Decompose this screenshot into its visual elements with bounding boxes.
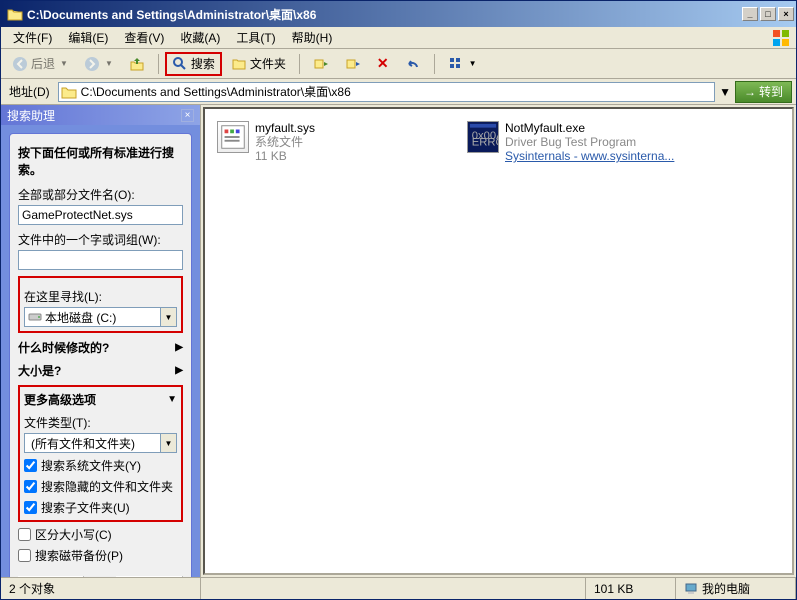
word-label: 文件中的一个字或词组(W): bbox=[18, 231, 183, 248]
menu-bar: 文件(F) 编辑(E) 查看(V) 收藏(A) 工具(T) 帮助(H) bbox=[1, 27, 796, 49]
undo-button[interactable] bbox=[398, 52, 428, 76]
delete-button[interactable]: ✕ bbox=[370, 52, 396, 76]
address-dropdown[interactable]: ▼ bbox=[719, 85, 731, 99]
cb-subfolders[interactable] bbox=[24, 501, 37, 514]
cb-case[interactable] bbox=[18, 528, 31, 541]
chevron-down-icon: ▼ bbox=[167, 394, 177, 405]
sys-file-icon bbox=[217, 121, 249, 153]
word-input[interactable] bbox=[18, 250, 183, 270]
file-item[interactable]: myfault.sys 系统文件 11 KB bbox=[217, 121, 427, 163]
svg-text:ERROR: ERROR bbox=[472, 136, 498, 148]
search-pane-close[interactable]: × bbox=[181, 109, 194, 122]
lookin-select[interactable]: 本地磁盘 (C:) ▼ bbox=[24, 307, 177, 327]
window-title: C:\Documents and Settings\Administrator\… bbox=[27, 6, 740, 23]
minimize-button[interactable]: _ bbox=[742, 7, 758, 21]
menu-edit[interactable]: 编辑(E) bbox=[60, 27, 116, 48]
up-icon bbox=[129, 56, 145, 72]
filename-input[interactable] bbox=[18, 205, 183, 225]
search-icon bbox=[172, 56, 188, 72]
address-bar: 地址(D) C:\Documents and Settings\Administ… bbox=[1, 79, 796, 105]
search-pane: 搜索助理 × 按下面任何或所有标准进行搜索。 全部或部分文件名(O): 文件中的… bbox=[1, 105, 201, 577]
file-size: 11 KB bbox=[255, 149, 315, 163]
file-item[interactable]: 0x00A3F2ERROR NotMyfault.exe Driver Bug … bbox=[467, 121, 677, 163]
file-desc: Driver Bug Test Program bbox=[505, 135, 674, 149]
menu-view[interactable]: 查看(V) bbox=[116, 27, 172, 48]
file-name: NotMyfault.exe bbox=[505, 121, 674, 135]
lookin-label: 在这里寻找(L): bbox=[24, 288, 177, 305]
close-button[interactable]: × bbox=[778, 7, 794, 21]
filetype-select[interactable]: (所有文件和文件夹) ▼ bbox=[24, 433, 177, 453]
chevron-right-icon: ▶ bbox=[175, 342, 183, 353]
status-objects: 2 个对象 bbox=[1, 578, 201, 599]
toolbar: 后退▼ ▼ 搜索 文件夹 ✕ ▼ bbox=[1, 49, 796, 79]
cb-system[interactable] bbox=[24, 459, 37, 472]
file-name: myfault.sys bbox=[255, 121, 315, 135]
forward-button[interactable]: ▼ bbox=[77, 52, 120, 76]
windows-logo-icon bbox=[772, 29, 790, 47]
copy-to-icon bbox=[313, 56, 329, 72]
move-to-icon bbox=[345, 56, 361, 72]
address-input[interactable]: C:\Documents and Settings\Administrator\… bbox=[58, 82, 715, 102]
address-label: 地址(D) bbox=[5, 83, 54, 100]
go-arrow-icon: → bbox=[744, 85, 756, 99]
address-path: C:\Documents and Settings\Administrator\… bbox=[81, 83, 351, 100]
go-button[interactable]: → 转到 bbox=[735, 81, 792, 103]
folder-icon bbox=[7, 6, 23, 22]
folder-icon bbox=[61, 84, 77, 100]
folders-icon bbox=[231, 56, 247, 72]
title-bar: C:\Documents and Settings\Administrator\… bbox=[1, 1, 796, 27]
status-size: 101 KB bbox=[586, 578, 676, 599]
views-button[interactable]: ▼ bbox=[441, 52, 484, 76]
views-icon bbox=[448, 56, 464, 72]
advanced-section: 更多高级选项▼ 文件类型(T): (所有文件和文件夹) ▼ 搜索系统文件夹(Y)… bbox=[18, 385, 183, 522]
my-computer-icon bbox=[684, 582, 698, 596]
menu-favorites[interactable]: 收藏(A) bbox=[172, 27, 228, 48]
file-desc: 系统文件 bbox=[255, 135, 315, 149]
copy-to-button[interactable] bbox=[306, 52, 336, 76]
undo-icon bbox=[405, 56, 421, 72]
back-icon bbox=[12, 56, 28, 72]
search-button[interactable]: 搜索 bbox=[165, 52, 222, 76]
exe-file-icon: 0x00A3F2ERROR bbox=[467, 121, 499, 153]
cb-hidden[interactable] bbox=[24, 480, 37, 493]
delete-icon: ✕ bbox=[377, 55, 389, 72]
chevron-down-icon[interactable]: ▼ bbox=[160, 308, 176, 326]
chevron-right-icon: ▶ bbox=[175, 365, 183, 376]
cb-tape[interactable] bbox=[18, 549, 31, 562]
move-to-button[interactable] bbox=[338, 52, 368, 76]
chevron-down-icon[interactable]: ▼ bbox=[160, 434, 176, 452]
expander-when[interactable]: 什么时候修改的?▶ bbox=[18, 339, 183, 356]
filename-label: 全部或部分文件名(O): bbox=[18, 186, 183, 203]
search-heading: 按下面任何或所有标准进行搜索。 bbox=[18, 144, 183, 178]
status-bar: 2 个对象 101 KB 我的电脑 bbox=[1, 577, 796, 599]
menu-tools[interactable]: 工具(T) bbox=[228, 27, 283, 48]
expander-size[interactable]: 大小是?▶ bbox=[18, 362, 183, 379]
up-button[interactable] bbox=[122, 52, 152, 76]
folders-button[interactable]: 文件夹 bbox=[224, 52, 293, 76]
search-pane-header: 搜索助理 × bbox=[1, 105, 200, 125]
filetype-label: 文件类型(T): bbox=[24, 414, 177, 431]
file-list[interactable]: myfault.sys 系统文件 11 KB 0x00A3F2ERROR Not… bbox=[203, 107, 794, 575]
menu-help[interactable]: 帮助(H) bbox=[284, 27, 341, 48]
lookin-section: 在这里寻找(L): 本地磁盘 (C:) ▼ bbox=[18, 276, 183, 333]
forward-icon bbox=[84, 56, 100, 72]
back-button[interactable]: 后退▼ bbox=[5, 52, 75, 76]
status-location: 我的电脑 bbox=[676, 578, 796, 599]
file-extra: Sysinternals - www.sysinterna... bbox=[505, 149, 674, 163]
maximize-button[interactable]: □ bbox=[760, 7, 776, 21]
menu-file[interactable]: 文件(F) bbox=[5, 27, 60, 48]
drive-icon bbox=[28, 310, 42, 324]
expander-advanced[interactable]: 更多高级选项▼ bbox=[24, 391, 177, 408]
